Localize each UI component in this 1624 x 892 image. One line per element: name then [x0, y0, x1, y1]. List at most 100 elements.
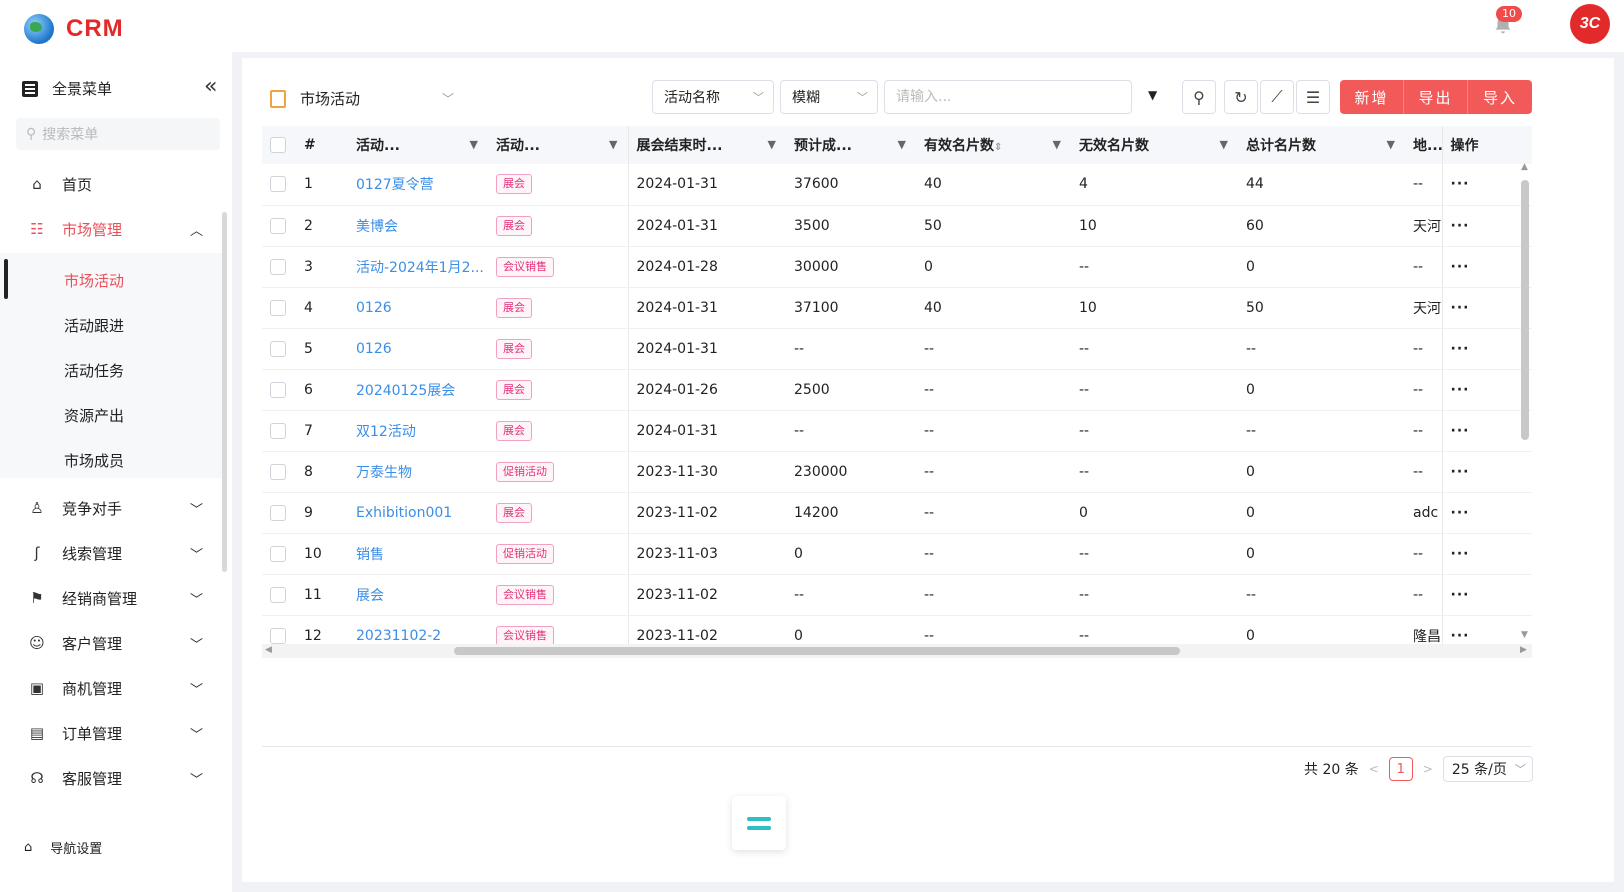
sidebar-scrollbar[interactable]: [222, 212, 227, 572]
table-row[interactable]: 11 展会 会议销售 2023-11-02 -- -- -- -- -- ···: [262, 574, 1532, 616]
col-header-invalid-cards[interactable]: 无效名片数 ▼: [1071, 126, 1238, 164]
collapse-sidebar-icon[interactable]: «: [204, 74, 217, 99]
activity-name-link[interactable]: 0126: [356, 300, 392, 316]
more-actions-icon[interactable]: ···: [1451, 176, 1470, 192]
activity-name-link[interactable]: 0127夏令营: [356, 177, 434, 193]
activity-name-link[interactable]: 活动-2024年1月2...: [356, 260, 484, 276]
checkbox[interactable]: [270, 586, 286, 603]
checkbox[interactable]: [270, 217, 286, 234]
refresh-button[interactable]: ↻: [1224, 80, 1258, 114]
sidebar-item-competitor[interactable]: ♙ 竞争对手 ﹀: [0, 488, 232, 528]
activity-name-link[interactable]: 双12活动: [356, 424, 416, 440]
floating-menu-button[interactable]: [732, 796, 786, 850]
row-checkbox[interactable]: [262, 615, 296, 646]
page-size-select[interactable]: 25 条/页 ﹀: [1442, 756, 1533, 782]
sidebar-item-activity-follow[interactable]: 活动跟进: [64, 315, 124, 336]
more-actions-icon[interactable]: ···: [1451, 341, 1470, 357]
checkbox[interactable]: [270, 545, 286, 562]
sort-icon[interactable]: ⇕: [994, 142, 1002, 153]
next-page-icon[interactable]: >: [1423, 762, 1433, 776]
row-checkbox[interactable]: [262, 164, 296, 206]
cell-activity-name[interactable]: 20231102-2: [348, 615, 488, 646]
cell-activity-name[interactable]: 销售: [348, 533, 488, 575]
search-menu-input[interactable]: ⚲ 搜索菜单: [16, 118, 220, 150]
row-checkbox[interactable]: [262, 533, 296, 575]
filter-icon[interactable]: ▼: [470, 138, 478, 151]
activity-name-link[interactable]: 万泰生物: [356, 465, 412, 481]
sidebar-item-market[interactable]: ☷ 市场管理 ︿: [0, 209, 232, 249]
table-row[interactable]: 6 20240125展会 展会 2024-01-26 2500 -- -- 0 -- ···: [262, 369, 1532, 411]
table-row[interactable]: 9 Exhibition001 展会 2023-11-02 14200 -- 0 0 adc ··…: [262, 492, 1532, 534]
cell-activity-name[interactable]: 活动-2024年1月2...: [348, 246, 488, 288]
field-select[interactable]: 活动名称 ﹀: [652, 80, 774, 114]
sidebar-item-order[interactable]: ▤ 订单管理 ﹀: [0, 713, 232, 753]
avatar[interactable]: 3C: [1570, 4, 1610, 44]
nav-settings-button[interactable]: ⌂ 导航设置: [24, 838, 102, 857]
scroll-up-icon[interactable]: ▲: [1521, 162, 1528, 172]
more-actions-icon[interactable]: ···: [1451, 505, 1470, 521]
more-actions-icon[interactable]: ···: [1451, 546, 1470, 562]
more-actions-icon[interactable]: ···: [1451, 382, 1470, 398]
row-checkbox[interactable]: [262, 451, 296, 493]
checkbox[interactable]: [270, 258, 286, 275]
sidebar-item-market-activity[interactable]: 市场活动: [64, 270, 124, 291]
caret-down-icon[interactable]: ▼: [1148, 88, 1157, 102]
checkbox[interactable]: [270, 137, 286, 153]
cell-activity-name[interactable]: 0126: [348, 287, 488, 329]
checkbox[interactable]: [270, 299, 286, 316]
activity-name-link[interactable]: 展会: [356, 588, 384, 604]
sidebar-item-dealer[interactable]: ⚑ 经销商管理 ﹀: [0, 578, 232, 618]
more-actions-icon[interactable]: ···: [1451, 300, 1470, 316]
row-checkbox[interactable]: [262, 328, 296, 370]
export-button[interactable]: 导出: [1404, 80, 1468, 114]
checkbox[interactable]: [270, 176, 286, 193]
activity-name-link[interactable]: Exhibition001: [356, 505, 452, 521]
activity-name-link[interactable]: 20231102-2: [356, 628, 441, 644]
search-input[interactable]: [884, 80, 1132, 114]
row-checkbox[interactable]: [262, 287, 296, 329]
chart-button[interactable]: ⟋: [1260, 80, 1294, 114]
filter-icon[interactable]: ▼: [609, 138, 617, 151]
select-all-checkbox[interactable]: [262, 126, 296, 164]
more-actions-icon[interactable]: ···: [1451, 464, 1470, 480]
scroll-thumb[interactable]: [1521, 180, 1529, 440]
table-row[interactable]: 12 20231102-2 会议销售 2023-11-02 0 -- -- 0 隆昌 ···: [262, 615, 1532, 646]
row-checkbox[interactable]: [262, 492, 296, 534]
activity-name-link[interactable]: 20240125展会: [356, 383, 455, 399]
checkbox[interactable]: [270, 463, 286, 480]
page-number[interactable]: 1: [1388, 757, 1413, 781]
checkbox[interactable]: [270, 504, 286, 521]
add-button[interactable]: 新增: [1340, 80, 1404, 114]
prev-page-icon[interactable]: <: [1369, 762, 1379, 776]
activity-name-link[interactable]: 美博会: [356, 219, 398, 235]
sidebar-item-opportunity[interactable]: ▣ 商机管理 ﹀: [0, 668, 232, 708]
more-actions-icon[interactable]: ···: [1451, 218, 1470, 234]
row-checkbox[interactable]: [262, 410, 296, 452]
sidebar-item-clue[interactable]: ʃ 线索管理 ﹀: [0, 533, 232, 573]
more-actions-icon[interactable]: ···: [1451, 259, 1470, 275]
cell-activity-name[interactable]: 双12活动: [348, 410, 488, 452]
table-row[interactable]: 5 0126 展会 2024-01-31 -- -- -- -- -- ···: [262, 328, 1532, 370]
more-actions-icon[interactable]: ···: [1451, 587, 1470, 603]
col-header-total-cards[interactable]: 总计名片数 ▼: [1238, 126, 1405, 164]
panorama-menu[interactable]: 全景菜单: [22, 78, 112, 99]
sidebar-item-service[interactable]: ☊ 客服管理 ﹀: [0, 758, 232, 798]
filter-icon[interactable]: ▼: [1053, 138, 1061, 151]
column-settings-button[interactable]: ☰: [1296, 80, 1330, 114]
activity-name-link[interactable]: 0126: [356, 341, 392, 357]
table-row[interactable]: 8 万泰生物 促销活动 2023-11-30 230000 -- -- 0 -- ···: [262, 451, 1532, 493]
scroll-thumb[interactable]: [454, 647, 1180, 655]
table-row[interactable]: 2 美博会 展会 2024-01-31 3500 50 10 60 天河 ···: [262, 205, 1532, 247]
cell-activity-name[interactable]: 展会: [348, 574, 488, 616]
view-selector[interactable]: 市场活动: [270, 88, 360, 109]
filter-icon[interactable]: ▼: [1220, 138, 1228, 151]
sidebar-item-home[interactable]: ⌂ 首页: [0, 164, 232, 204]
checkbox[interactable]: [270, 381, 286, 398]
scroll-left-icon[interactable]: ◀: [265, 645, 272, 655]
chevron-down-icon[interactable]: ﹀: [442, 90, 454, 107]
scroll-right-icon[interactable]: ▶: [1520, 645, 1527, 655]
sidebar-item-resource-output[interactable]: 资源产出: [64, 405, 124, 426]
table-row[interactable]: 10 销售 促销活动 2023-11-03 0 -- -- 0 -- ···: [262, 533, 1532, 575]
table-row[interactable]: 3 活动-2024年1月2... 会议销售 2024-01-28 30000 0 -- 0 --…: [262, 246, 1532, 288]
table-row[interactable]: 1 0127夏令营 展会 2024-01-31 37600 40 4 44 -- ···: [262, 164, 1532, 206]
